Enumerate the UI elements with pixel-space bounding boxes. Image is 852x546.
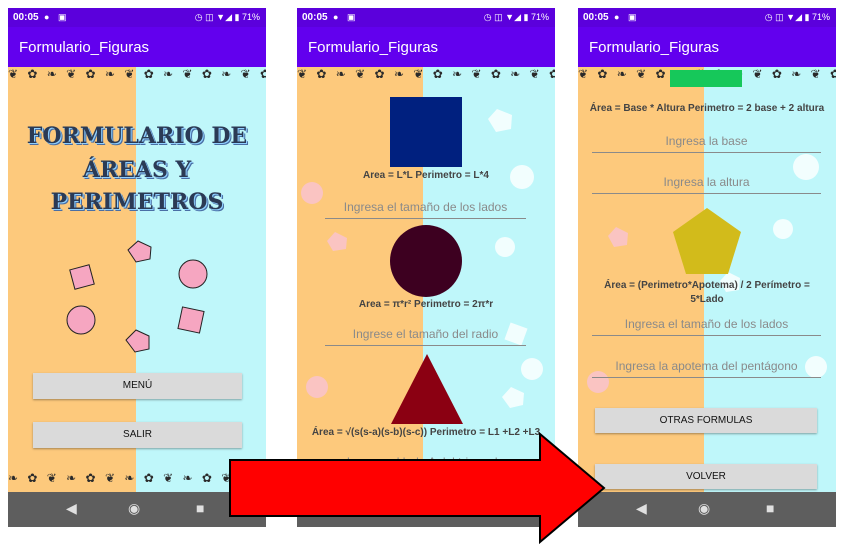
height-input[interactable]: Ingresa la altura (592, 175, 821, 194)
signal-icon: ◢ (795, 12, 802, 22)
battery-level: 71% (811, 12, 830, 22)
other-formulas-button[interactable]: OTRAS FORMULAS (595, 408, 817, 433)
red-arrow-graphic (229, 432, 606, 544)
vibrate-icon: ◫ (494, 12, 503, 22)
pentagon-shape (673, 208, 741, 274)
navigation-bar: ◀ ◉ ■ (578, 492, 836, 527)
pink-shapes-decoration (66, 240, 208, 353)
alarm-icon: ◷ (483, 12, 492, 22)
status-bar: 00:05 ● ▣ ◷ ◫ ▼◢ ▮ 71% (8, 8, 266, 27)
phone-screen-pentagon: 00:05 ● ▣ ◷ ◫ ▼◢ ▮ 71% Formulario_Figura… (578, 8, 836, 527)
status-icons: ◷ ◫ ▼◢ ▮ 71% (195, 12, 260, 23)
signal-icon: ◢ (514, 12, 521, 22)
app-bar: Formulario_Figuras (297, 27, 555, 67)
app-bar: Formulario_Figuras (8, 27, 266, 67)
title-line-3: PERIMETROS (50, 189, 224, 215)
battery-level: 71% (241, 12, 260, 22)
status-bar: 00:05 ● ▣ ◷ ◫ ▼◢ ▮ 71% (297, 8, 555, 27)
home-icon[interactable]: ◉ (698, 500, 710, 517)
apothem-input[interactable]: Ingresa la apotema del pentágono (592, 359, 821, 378)
square-formula: Area = L*L Perimetro = L*4 (363, 170, 489, 181)
vibrate-icon: ◫ (775, 12, 784, 22)
app-title: Formulario_Figuras (19, 39, 150, 56)
wifi-icon: ▼ (786, 12, 796, 22)
title-line-1: FORMULARIO DE (26, 123, 248, 149)
status-time: 00:05 (583, 12, 609, 23)
circle-radius-input[interactable]: Ingrese el tamaño del radio (325, 327, 526, 346)
back-button[interactable]: VOLVER (595, 464, 817, 489)
pentagon-content: ❦ ✿ ❧ ❦ ✿ ❧ ❦ ✿ ❧ ❦ ✿ ❧ ❦ ✿ ❧ Área = Bas… (578, 67, 836, 492)
pentagon-side-input[interactable]: Ingresa el tamaño de los lados (592, 317, 821, 336)
status-time: 00:05 (302, 12, 328, 23)
recents-icon[interactable]: ■ (766, 500, 774, 516)
battery-icon: ▮ (523, 12, 529, 22)
triangle-shape (391, 354, 463, 424)
exit-button[interactable]: SALIR (33, 422, 242, 448)
twitch-icon: ▣ (58, 12, 67, 22)
rectangle-formula: Área = Base * Altura Perimetro = 2 base … (589, 103, 825, 114)
battery-icon: ▮ (804, 12, 810, 22)
alarm-icon: ◷ (194, 12, 203, 22)
vine-border-top: ❦ ✿ ❧ ❦ ✿ ❧ ❦ ✿ ❧ ❦ ✿ ❧ ❦ ✿ ❧ (297, 67, 555, 81)
home-content: ❦ ✿ ❧ ❦ ✿ ❧ ❦ ✿ ❧ ❦ ✿ ❧ ❦ ✿ ❧ FORMULARIO… (8, 67, 266, 492)
status-time: 00:05 (13, 12, 39, 23)
vine-border-top: ❦ ✿ ❧ ❦ ✿ ❧ ❦ ✿ ❧ ❦ ✿ ❧ ❦ ✿ ❧ (8, 67, 266, 81)
recents-icon[interactable]: ■ (196, 500, 204, 516)
status-bar: 00:05 ● ▣ ◷ ◫ ▼◢ ▮ 71% (578, 8, 836, 27)
twitch-icon: ▣ (347, 12, 356, 22)
wifi-icon: ▼ (505, 12, 515, 22)
messenger-icon: ● (333, 12, 339, 22)
battery-level: 71% (530, 12, 549, 22)
square-side-input[interactable]: Ingresa el tamaño de los lados (325, 200, 526, 219)
wifi-icon: ▼ (216, 12, 226, 22)
messenger-icon: ● (44, 12, 50, 22)
base-input[interactable]: Ingresa la base (592, 134, 821, 153)
app-title: Formulario_Figuras (589, 39, 720, 56)
back-icon[interactable]: ◀ (636, 500, 647, 517)
pentagon-formula-line-1: Área = (Perimetro*Apotema) / 2 Perímetro… (604, 280, 810, 291)
home-icon[interactable]: ◉ (128, 500, 140, 517)
shapes-content: ❦ ✿ ❧ ❦ ✿ ❧ ❦ ✿ ❧ ❦ ✿ ❧ ❦ ✿ ❧ Area = L*L… (297, 67, 555, 492)
signal-icon: ◢ (225, 12, 232, 22)
twitch-icon: ▣ (628, 12, 637, 22)
messenger-icon: ● (614, 12, 620, 22)
pentagon-formula-line-2: 5*Lado (690, 294, 724, 305)
battery-icon: ▮ (234, 12, 240, 22)
circle-shape (390, 225, 462, 297)
back-icon[interactable]: ◀ (66, 500, 77, 517)
title-line-2: ÁREAS Y (82, 157, 192, 183)
app-bar: Formulario_Figuras (578, 27, 836, 67)
square-shape (390, 97, 462, 167)
status-icons: ◷ ◫ ▼◢ ▮ 71% (765, 12, 830, 23)
alarm-icon: ◷ (764, 12, 773, 22)
rectangle-shape (670, 70, 742, 87)
app-title: Formulario_Figuras (308, 39, 439, 56)
status-icons: ◷ ◫ ▼◢ ▮ 71% (484, 12, 549, 23)
menu-button[interactable]: MENÚ (33, 373, 242, 399)
circle-formula: Area = π*r² Perimetro = 2π*r (358, 299, 494, 310)
vibrate-icon: ◫ (205, 12, 214, 22)
